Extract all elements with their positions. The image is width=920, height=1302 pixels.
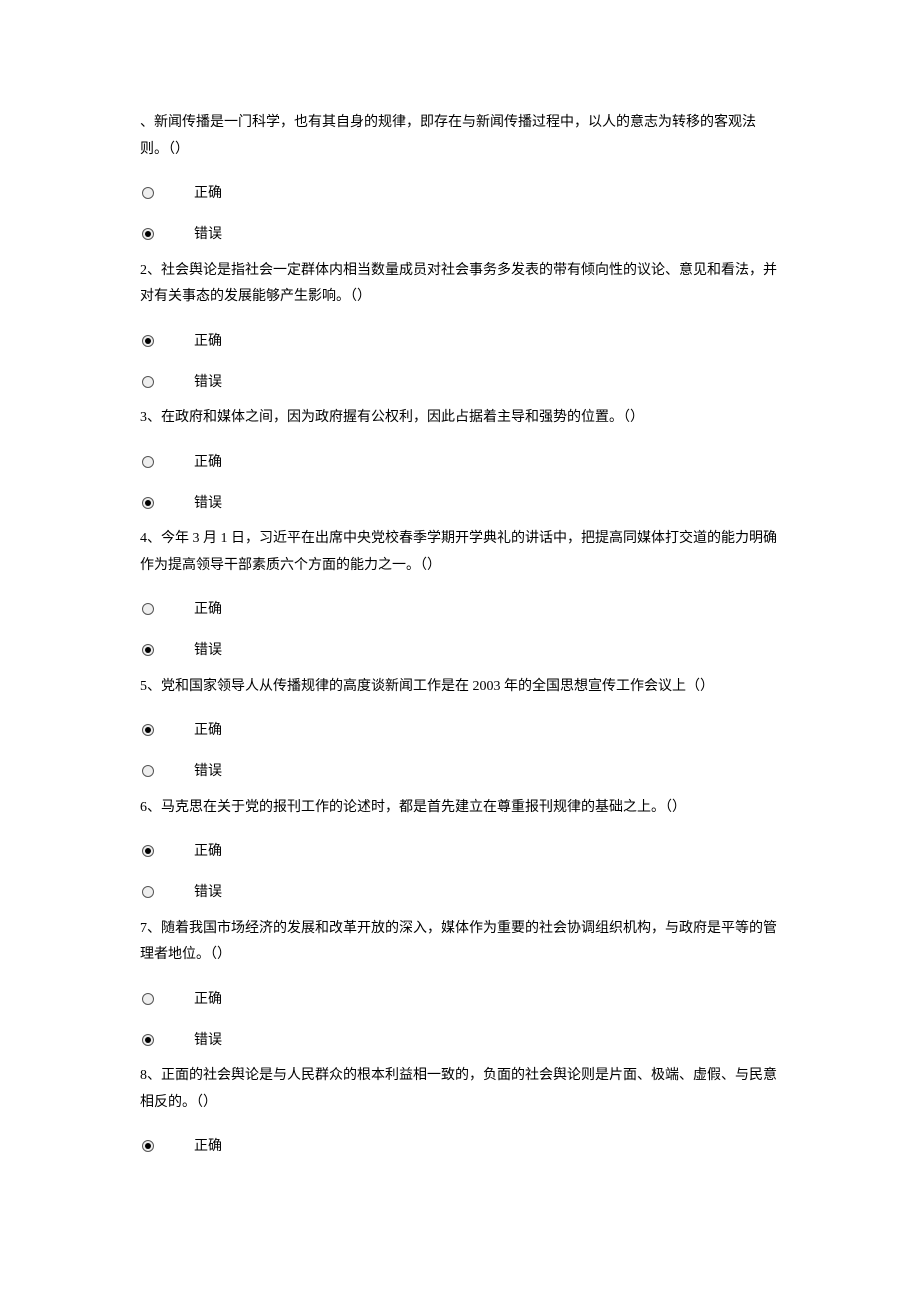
question-block: 3、在政府和媒体之间，因为政府握有公权利，因此占据着主导和强势的位置。（） 正确错… xyxy=(140,405,780,516)
question-text: 5、党和国家领导人从传播规律的高度谈新闻工作是在 2003 年的全国思想宣传工作… xyxy=(140,674,780,701)
radio-incorrect[interactable] xyxy=(142,1034,154,1046)
question-block: 、新闻传播是一门科学，也有其自身的规律，即存在与新闻传播过程中，以人的意志为转移… xyxy=(140,110,780,248)
option-label-correct: 正确 xyxy=(180,1128,222,1159)
radio-col xyxy=(140,993,180,1005)
option-label-correct: 正确 xyxy=(180,175,222,206)
option-row-correct: 正确 xyxy=(140,171,780,206)
option-row-incorrect: 错误 xyxy=(140,1018,780,1053)
option-label-correct: 正确 xyxy=(180,444,222,475)
radio-correct[interactable] xyxy=(142,456,154,468)
radio-col xyxy=(140,456,180,468)
radio-col xyxy=(140,644,180,656)
radio-col xyxy=(140,228,180,240)
question-block: 4、今年 3 月 1 日，习近平在出席中央党校春季学期开学典礼的讲话中，把提高同… xyxy=(140,526,780,664)
radio-incorrect[interactable] xyxy=(142,886,154,898)
option-row-incorrect: 错误 xyxy=(140,360,780,395)
question-text: 8、正面的社会舆论是与人民群众的根本利益相一致的，负面的社会舆论则是片面、极端、… xyxy=(140,1063,780,1116)
radio-col xyxy=(140,765,180,777)
option-row-incorrect: 错误 xyxy=(140,481,780,516)
question-text: 4、今年 3 月 1 日，习近平在出席中央党校春季学期开学典礼的讲话中，把提高同… xyxy=(140,526,780,579)
option-label-incorrect: 错误 xyxy=(180,485,222,516)
radio-incorrect[interactable] xyxy=(142,644,154,656)
question-block: 8、正面的社会舆论是与人民群众的根本利益相一致的，负面的社会舆论则是片面、极端、… xyxy=(140,1063,780,1159)
radio-incorrect[interactable] xyxy=(142,497,154,509)
question-block: 5、党和国家领导人从传播规律的高度谈新闻工作是在 2003 年的全国思想宣传工作… xyxy=(140,674,780,785)
radio-correct[interactable] xyxy=(142,724,154,736)
option-row-correct: 正确 xyxy=(140,977,780,1012)
option-label-incorrect: 错误 xyxy=(180,874,222,905)
question-text: 6、马克思在关于党的报刊工作的论述时，都是首先建立在尊重报刊规律的基础之上。（） xyxy=(140,795,780,822)
radio-col xyxy=(140,1034,180,1046)
radio-incorrect[interactable] xyxy=(142,228,154,240)
option-label-incorrect: 错误 xyxy=(180,1022,222,1053)
option-label-incorrect: 错误 xyxy=(180,632,222,663)
option-row-incorrect: 错误 xyxy=(140,749,780,784)
option-label-correct: 正确 xyxy=(180,323,222,354)
radio-col xyxy=(140,376,180,388)
radio-col xyxy=(140,187,180,199)
question-text: 7、随着我国市场经济的发展和改革开放的深入，媒体作为重要的社会协调组织机构，与政… xyxy=(140,916,780,969)
option-row-correct: 正确 xyxy=(140,829,780,864)
radio-correct[interactable] xyxy=(142,1140,154,1152)
radio-col xyxy=(140,886,180,898)
option-row-correct: 正确 xyxy=(140,440,780,475)
option-label-incorrect: 错误 xyxy=(180,753,222,784)
radio-correct[interactable] xyxy=(142,335,154,347)
radio-col xyxy=(140,603,180,615)
radio-col xyxy=(140,724,180,736)
question-text: 、新闻传播是一门科学，也有其自身的规律，即存在与新闻传播过程中，以人的意志为转移… xyxy=(140,110,780,163)
option-label-correct: 正确 xyxy=(180,591,222,622)
radio-col xyxy=(140,335,180,347)
option-row-correct: 正确 xyxy=(140,319,780,354)
option-label-correct: 正确 xyxy=(180,712,222,743)
option-label-correct: 正确 xyxy=(180,981,222,1012)
question-block: 7、随着我国市场经济的发展和改革开放的深入，媒体作为重要的社会协调组织机构，与政… xyxy=(140,916,780,1054)
option-label-correct: 正确 xyxy=(180,833,222,864)
question-text: 2、社会舆论是指社会一定群体内相当数量成员对社会事务多发表的带有倾向性的议论、意… xyxy=(140,258,780,311)
radio-incorrect[interactable] xyxy=(142,765,154,777)
option-label-incorrect: 错误 xyxy=(180,216,222,247)
radio-col xyxy=(140,845,180,857)
option-label-incorrect: 错误 xyxy=(180,364,222,395)
option-row-incorrect: 错误 xyxy=(140,212,780,247)
radio-correct[interactable] xyxy=(142,993,154,1005)
option-row-correct: 正确 xyxy=(140,708,780,743)
radio-col xyxy=(140,1140,180,1152)
question-text: 3、在政府和媒体之间，因为政府握有公权利，因此占据着主导和强势的位置。（） xyxy=(140,405,780,432)
radio-correct[interactable] xyxy=(142,603,154,615)
question-block: 6、马克思在关于党的报刊工作的论述时，都是首先建立在尊重报刊规律的基础之上。（）… xyxy=(140,795,780,906)
radio-correct[interactable] xyxy=(142,187,154,199)
option-row-incorrect: 错误 xyxy=(140,628,780,663)
question-block: 2、社会舆论是指社会一定群体内相当数量成员对社会事务多发表的带有倾向性的议论、意… xyxy=(140,258,780,396)
radio-correct[interactable] xyxy=(142,845,154,857)
option-row-correct: 正确 xyxy=(140,1124,780,1159)
option-row-correct: 正确 xyxy=(140,587,780,622)
option-row-incorrect: 错误 xyxy=(140,870,780,905)
radio-incorrect[interactable] xyxy=(142,376,154,388)
radio-col xyxy=(140,497,180,509)
